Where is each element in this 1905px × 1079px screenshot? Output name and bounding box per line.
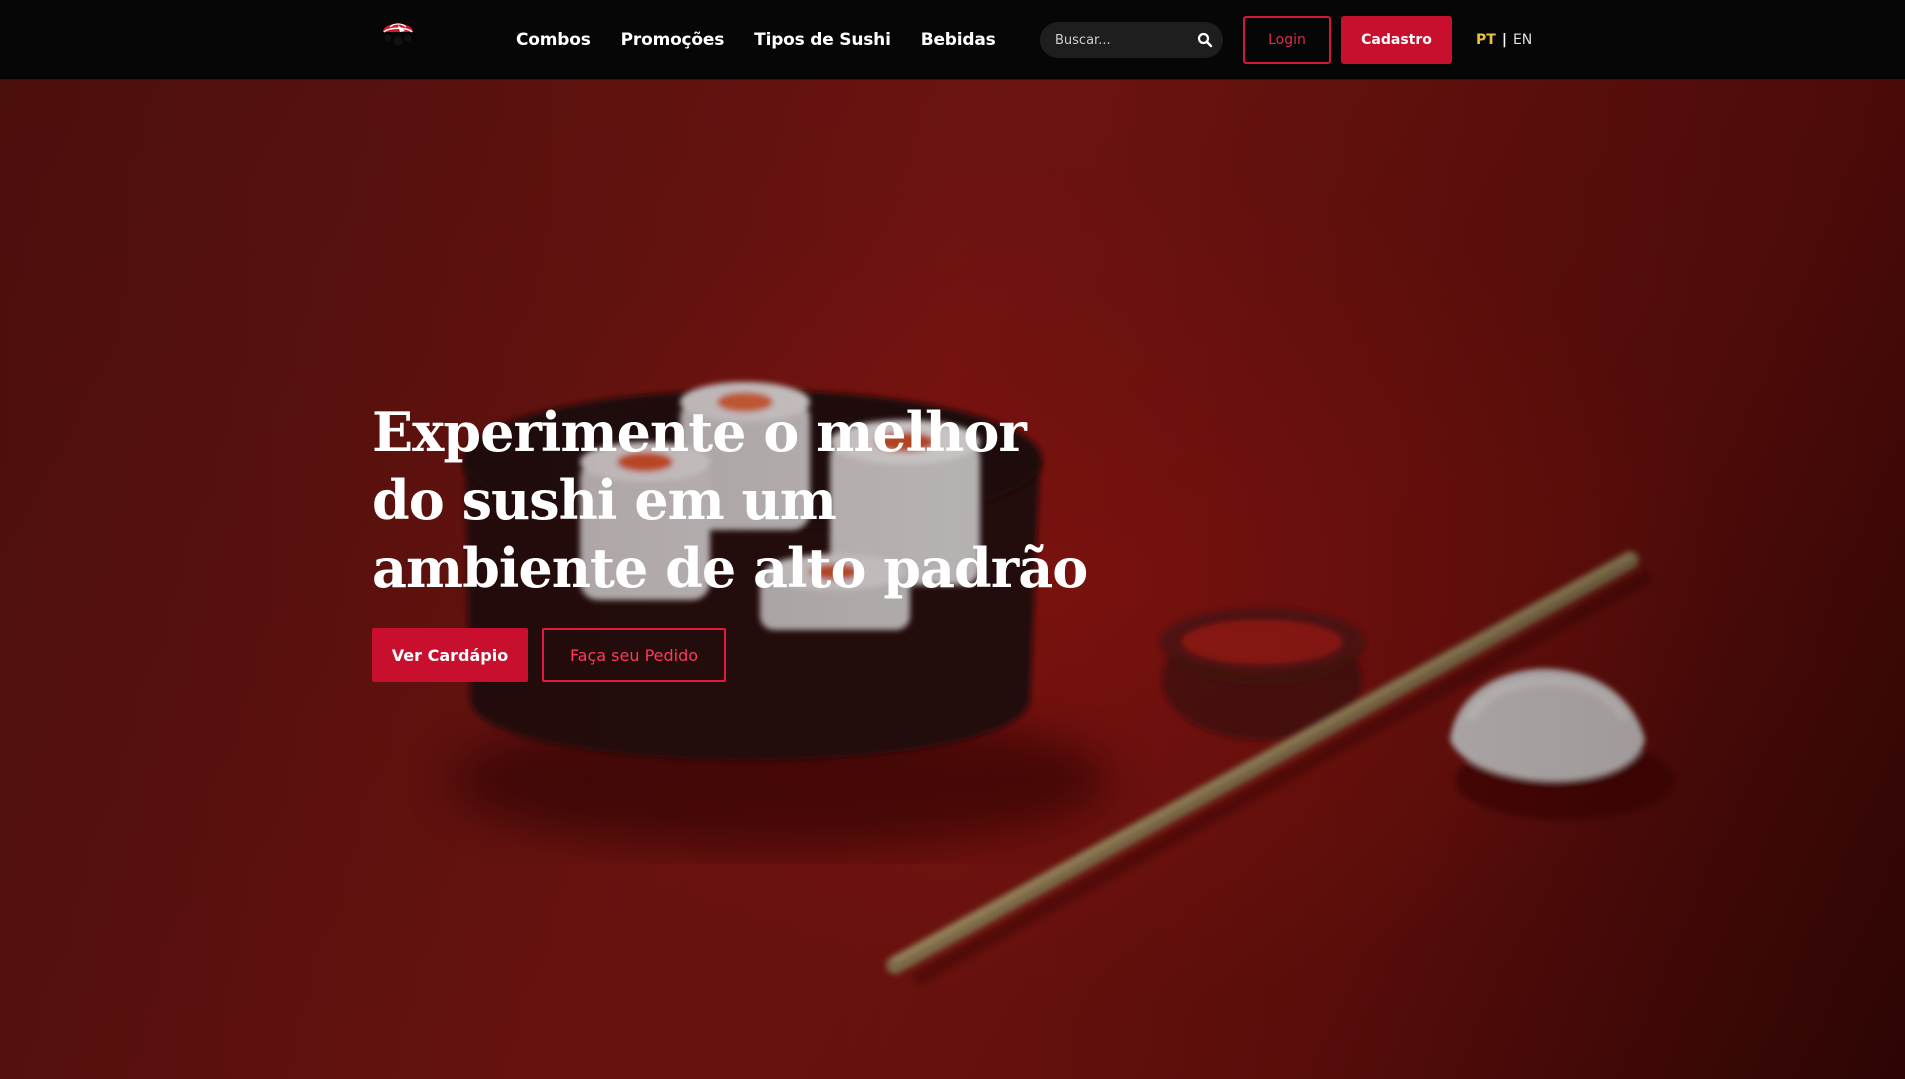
login-button[interactable]: Login	[1243, 16, 1331, 64]
search-icon[interactable]	[1197, 32, 1213, 48]
lang-en-option[interactable]: EN	[1513, 32, 1532, 48]
nav-link-bebidas[interactable]: Bebidas	[921, 30, 996, 50]
sushi-logo-icon[interactable]	[378, 12, 418, 52]
search-input[interactable]	[1040, 22, 1185, 58]
signup-button[interactable]: Cadastro	[1341, 16, 1452, 64]
language-switcher: PT | EN	[1476, 30, 1532, 50]
lang-separator: |	[1501, 32, 1507, 48]
hero-section: Experimente o melhor do sushi em um ambi…	[0, 80, 1905, 1079]
hero-title: Experimente o melhor do sushi em um ambi…	[372, 400, 1088, 600]
view-menu-button[interactable]: Ver Cardápio	[372, 628, 528, 682]
main-nav: Combos Promoções Tipos de Sushi Bebidas	[516, 0, 996, 80]
search-box	[1040, 22, 1223, 58]
hero-buttons: Ver Cardápio Faça seu Pedido	[372, 628, 1092, 682]
place-order-button[interactable]: Faça seu Pedido	[542, 628, 726, 682]
nav-link-combos[interactable]: Combos	[516, 30, 591, 50]
nav-link-promocoes[interactable]: Promoções	[621, 30, 725, 50]
navbar: Combos Promoções Tipos de Sushi Bebidas …	[0, 0, 1905, 80]
nav-link-tipos-de-sushi[interactable]: Tipos de Sushi	[754, 30, 891, 50]
lang-pt-option[interactable]: PT	[1476, 32, 1496, 48]
hero-content: Experimente o melhor do sushi em um ambi…	[372, 398, 1092, 682]
